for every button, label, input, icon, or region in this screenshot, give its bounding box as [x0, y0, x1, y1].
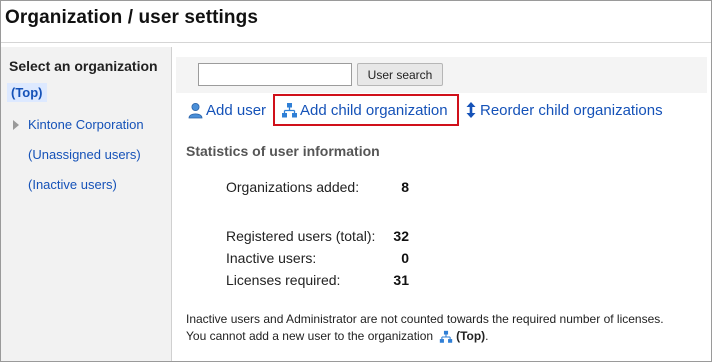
organization-tree-icon	[439, 330, 453, 343]
sidebar-heading: Select an organization	[9, 58, 158, 74]
user-search-input[interactable]	[198, 63, 352, 86]
add-child-organization-label: Add child organization	[300, 101, 448, 119]
add-user-label: Add user	[206, 101, 267, 119]
reorder-child-organizations-label: Reorder child organizations	[480, 101, 663, 119]
top-organization-reference: (Top)	[456, 329, 486, 343]
sidebar-item-unassigned-users[interactable]: (Unassigned users)	[28, 147, 141, 162]
title-bar: Organization / user settings	[1, 1, 711, 43]
sidebar-item-inactive-users[interactable]: (Inactive users)	[28, 177, 117, 192]
organizations-added-label: Organizations added:	[226, 179, 360, 195]
inactive-users-value: 0	[401, 250, 409, 266]
search-bar: User search	[176, 57, 707, 93]
organization-sidebar: Select an organization (Top) Kintone Cor…	[1, 47, 172, 361]
note-period: .	[485, 329, 489, 343]
sidebar-item-kintone-corporation[interactable]: Kintone Corporation	[28, 117, 144, 132]
add-child-organization-link[interactable]: Add child organization	[273, 94, 459, 126]
licenses-required-value: 31	[393, 272, 409, 288]
reorder-child-organizations-link[interactable]: Reorder child organizations	[464, 100, 663, 120]
organizations-added-value: 8	[401, 179, 409, 195]
note-line-2: You cannot add a new user to the organiz…	[186, 328, 664, 345]
note-line-1: Inactive users and Administrator are not…	[186, 311, 664, 328]
registered-users-value: 32	[393, 228, 409, 244]
add-user-restriction-text: You cannot add a new user to the organiz…	[186, 329, 434, 343]
main-panel: User search Add user Add child organizat…	[176, 47, 711, 361]
statistics-title: Statistics of user information	[186, 143, 380, 159]
add-user-link[interactable]: Add user	[187, 100, 266, 120]
license-note-text: Inactive users and Administrator are not…	[186, 312, 664, 326]
organization-tree-icon	[282, 102, 297, 117]
expand-triangle-icon[interactable]	[13, 120, 19, 130]
user-search-button[interactable]: User search	[357, 63, 443, 86]
notes: Inactive users and Administrator are not…	[186, 311, 664, 345]
inactive-users-label: Inactive users:	[226, 250, 317, 266]
user-icon	[188, 102, 203, 118]
licenses-required-label: Licenses required:	[226, 272, 341, 288]
vertical-arrows-icon	[466, 102, 476, 118]
page-title: Organization / user settings	[5, 7, 259, 28]
registered-users-label: Registered users (total):	[226, 228, 376, 244]
sidebar-item-top[interactable]: (Top)	[7, 83, 47, 102]
action-bar: Add user Add child organization Reorder …	[176, 93, 707, 129]
